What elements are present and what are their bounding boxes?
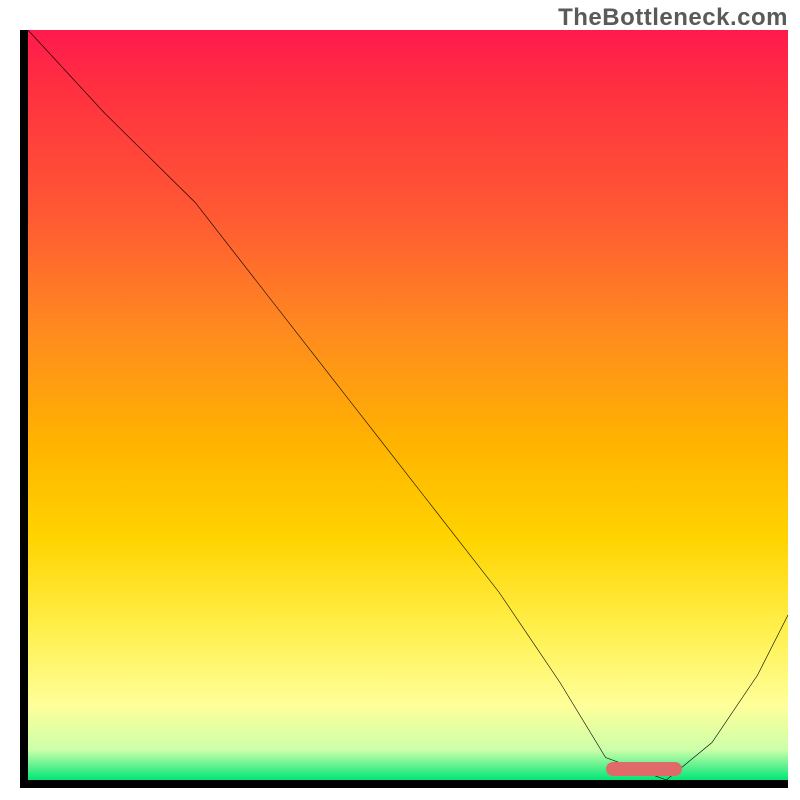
chart-frame: TheBottleneck.com xyxy=(0,0,800,800)
curve-svg xyxy=(28,30,788,780)
bottleneck-curve-path xyxy=(28,30,788,780)
optimal-range-marker xyxy=(606,762,682,776)
watermark-text: TheBottleneck.com xyxy=(558,4,788,32)
plot-area xyxy=(20,30,788,788)
